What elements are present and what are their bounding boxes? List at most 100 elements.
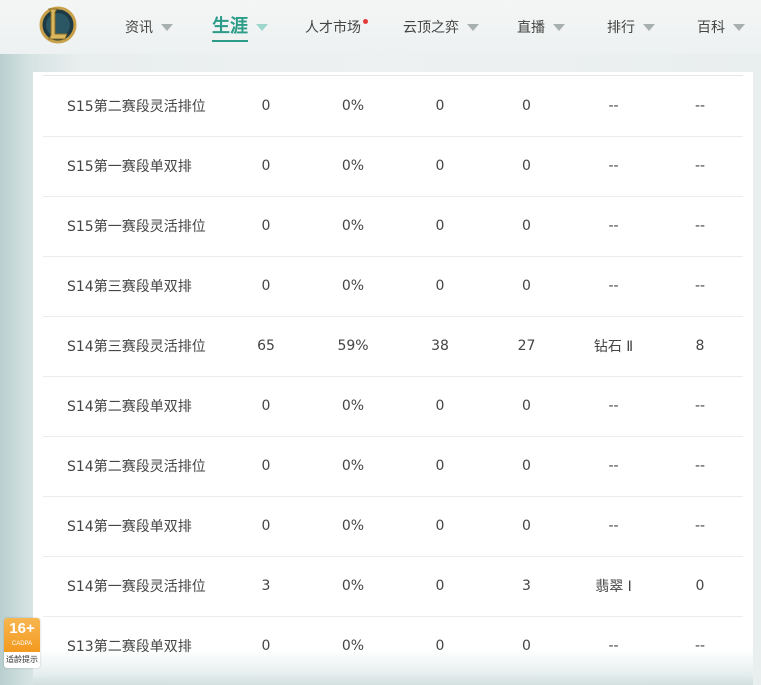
points-cell: -- bbox=[657, 616, 743, 677]
winrate-cell: 0% bbox=[309, 256, 397, 317]
nav-item-talent-market[interactable]: 人才市场 bbox=[305, 0, 368, 54]
table-row: S14第二赛段单双排 0 0% 0 0 -- -- bbox=[43, 376, 743, 437]
wins-cell: 0 bbox=[397, 136, 483, 197]
winrate-cell: 0% bbox=[309, 436, 397, 497]
notification-dot-icon bbox=[363, 18, 368, 24]
season-cell: S15第二赛段灵活排位 bbox=[43, 76, 223, 137]
points-cell: 8 bbox=[657, 316, 743, 377]
games-cell: 0 bbox=[223, 436, 309, 497]
nav-item-tft[interactable]: 云顶之弈 bbox=[403, 0, 479, 54]
games-cell: 0 bbox=[223, 496, 309, 557]
winrate-cell: 0% bbox=[309, 496, 397, 557]
tier-cell: -- bbox=[570, 436, 657, 497]
games-cell: 0 bbox=[223, 616, 309, 677]
losses-cell: 0 bbox=[483, 376, 570, 437]
winrate-cell: 59% bbox=[309, 316, 397, 377]
games-cell: 0 bbox=[223, 76, 309, 137]
rank-history-table: S15第二赛段灵活排位 0 0% 0 0 -- -- S15第一赛段单双排 0 0% 0 0 -- -- S… bbox=[43, 76, 743, 677]
points-cell: -- bbox=[657, 196, 743, 257]
table-row: S14第三赛段单双排 0 0% 0 0 -- -- bbox=[43, 256, 743, 317]
games-cell: 0 bbox=[223, 256, 309, 317]
age-rating-org: CADPA bbox=[11, 641, 33, 647]
winrate-cell: 0% bbox=[309, 616, 397, 677]
season-cell: S14第三赛段单双排 bbox=[43, 256, 223, 317]
nav-item-ranking[interactable]: 排行 bbox=[607, 0, 655, 54]
tier-cell: -- bbox=[570, 256, 657, 317]
games-cell: 65 bbox=[223, 316, 309, 377]
tier-cell: -- bbox=[570, 376, 657, 437]
tier-cell: -- bbox=[570, 136, 657, 197]
losses-cell: 27 bbox=[483, 316, 570, 377]
table-row: S15第二赛段灵活排位 0 0% 0 0 -- -- bbox=[43, 76, 743, 137]
table-row: S14第一赛段灵活排位 3 0% 0 3 翡翠 Ⅰ0 bbox=[43, 556, 743, 617]
table-row: S14第二赛段灵活排位 0 0% 0 0 -- -- bbox=[43, 436, 743, 497]
losses-cell: 0 bbox=[483, 136, 570, 197]
chevron-down-icon bbox=[467, 23, 479, 31]
winrate-cell: 0% bbox=[309, 136, 397, 197]
nav-item-career[interactable]: 生涯 bbox=[212, 0, 268, 54]
losses-cell: 0 bbox=[483, 196, 570, 257]
nav-item-wiki[interactable]: 百科 bbox=[697, 0, 745, 54]
nav-item-label: 百科 bbox=[697, 20, 725, 36]
points-cell: -- bbox=[657, 496, 743, 557]
nav-item-label: 云顶之弈 bbox=[403, 20, 459, 36]
wins-cell: 0 bbox=[397, 616, 483, 677]
rank-history-panel: S15第二赛段灵活排位 0 0% 0 0 -- -- S15第一赛段单双排 0 0% 0 0 -- -- S… bbox=[33, 72, 753, 678]
chevron-down-icon bbox=[256, 23, 268, 31]
nav-item-label: 资讯 bbox=[125, 20, 153, 36]
points-cell: -- bbox=[657, 256, 743, 317]
league-of-legends-logo-icon[interactable] bbox=[38, 4, 78, 46]
wins-cell: 0 bbox=[397, 76, 483, 137]
wins-cell: 0 bbox=[397, 256, 483, 317]
nav-item-label: 人才市场 bbox=[305, 20, 361, 36]
age-rating-badge[interactable]: 16+ CADPA 适龄提示 bbox=[4, 618, 40, 668]
winrate-cell: 0% bbox=[309, 76, 397, 137]
age-rating-icon: 16+ CADPA bbox=[4, 618, 40, 652]
games-cell: 0 bbox=[223, 376, 309, 437]
nav-item-label: 生涯 bbox=[212, 12, 248, 42]
winrate-cell: 0% bbox=[309, 556, 397, 617]
season-cell: S15第一赛段灵活排位 bbox=[43, 196, 223, 257]
games-cell: 0 bbox=[223, 136, 309, 197]
losses-cell: 0 bbox=[483, 616, 570, 677]
games-cell: 0 bbox=[223, 196, 309, 257]
nav-item-label: 直播 bbox=[517, 20, 545, 36]
season-cell: S14第二赛段灵活排位 bbox=[43, 436, 223, 497]
season-cell: S13第二赛段单双排 bbox=[43, 616, 223, 677]
tier-cell: 钻石 Ⅱ bbox=[570, 316, 657, 377]
tier-cell: -- bbox=[570, 76, 657, 137]
chevron-down-icon bbox=[553, 23, 565, 31]
chevron-down-icon bbox=[161, 23, 173, 31]
losses-cell: 0 bbox=[483, 496, 570, 557]
nav-item-label: 排行 bbox=[607, 20, 635, 36]
points-cell: 0 bbox=[657, 556, 743, 617]
winrate-cell: 0% bbox=[309, 196, 397, 257]
points-cell: -- bbox=[657, 376, 743, 437]
tier-cell: -- bbox=[570, 196, 657, 257]
wins-cell: 0 bbox=[397, 556, 483, 617]
nav-item-live[interactable]: 直播 bbox=[517, 0, 565, 54]
top-nav-bar: 资讯 生涯 人才市场 云顶之弈 直播 排行 百科 bbox=[0, 0, 761, 54]
tier-cell: 翡翠 Ⅰ bbox=[570, 556, 657, 617]
points-cell: -- bbox=[657, 76, 743, 137]
tier-cell: -- bbox=[570, 496, 657, 557]
points-cell: -- bbox=[657, 136, 743, 197]
season-cell: S15第一赛段单双排 bbox=[43, 136, 223, 197]
losses-cell: 3 bbox=[483, 556, 570, 617]
table-row: S13第二赛段单双排 0 0% 0 0 -- -- bbox=[43, 616, 743, 677]
wins-cell: 0 bbox=[397, 496, 483, 557]
tier-cell: -- bbox=[570, 616, 657, 677]
table-row: S15第一赛段灵活排位 0 0% 0 0 -- -- bbox=[43, 196, 743, 257]
points-cell: -- bbox=[657, 436, 743, 497]
table-row: S14第一赛段单双排 0 0% 0 0 -- -- bbox=[43, 496, 743, 557]
games-cell: 3 bbox=[223, 556, 309, 617]
season-cell: S14第三赛段灵活排位 bbox=[43, 316, 223, 377]
age-rating-number: 16+ bbox=[9, 620, 35, 637]
wins-cell: 38 bbox=[397, 316, 483, 377]
table-row: S15第一赛段单双排 0 0% 0 0 -- -- bbox=[43, 136, 743, 197]
wins-cell: 0 bbox=[397, 196, 483, 257]
losses-cell: 0 bbox=[483, 436, 570, 497]
chevron-down-icon bbox=[643, 23, 655, 31]
nav-item-news[interactable]: 资讯 bbox=[125, 0, 173, 54]
age-rating-tip: 适龄提示 bbox=[6, 655, 38, 664]
